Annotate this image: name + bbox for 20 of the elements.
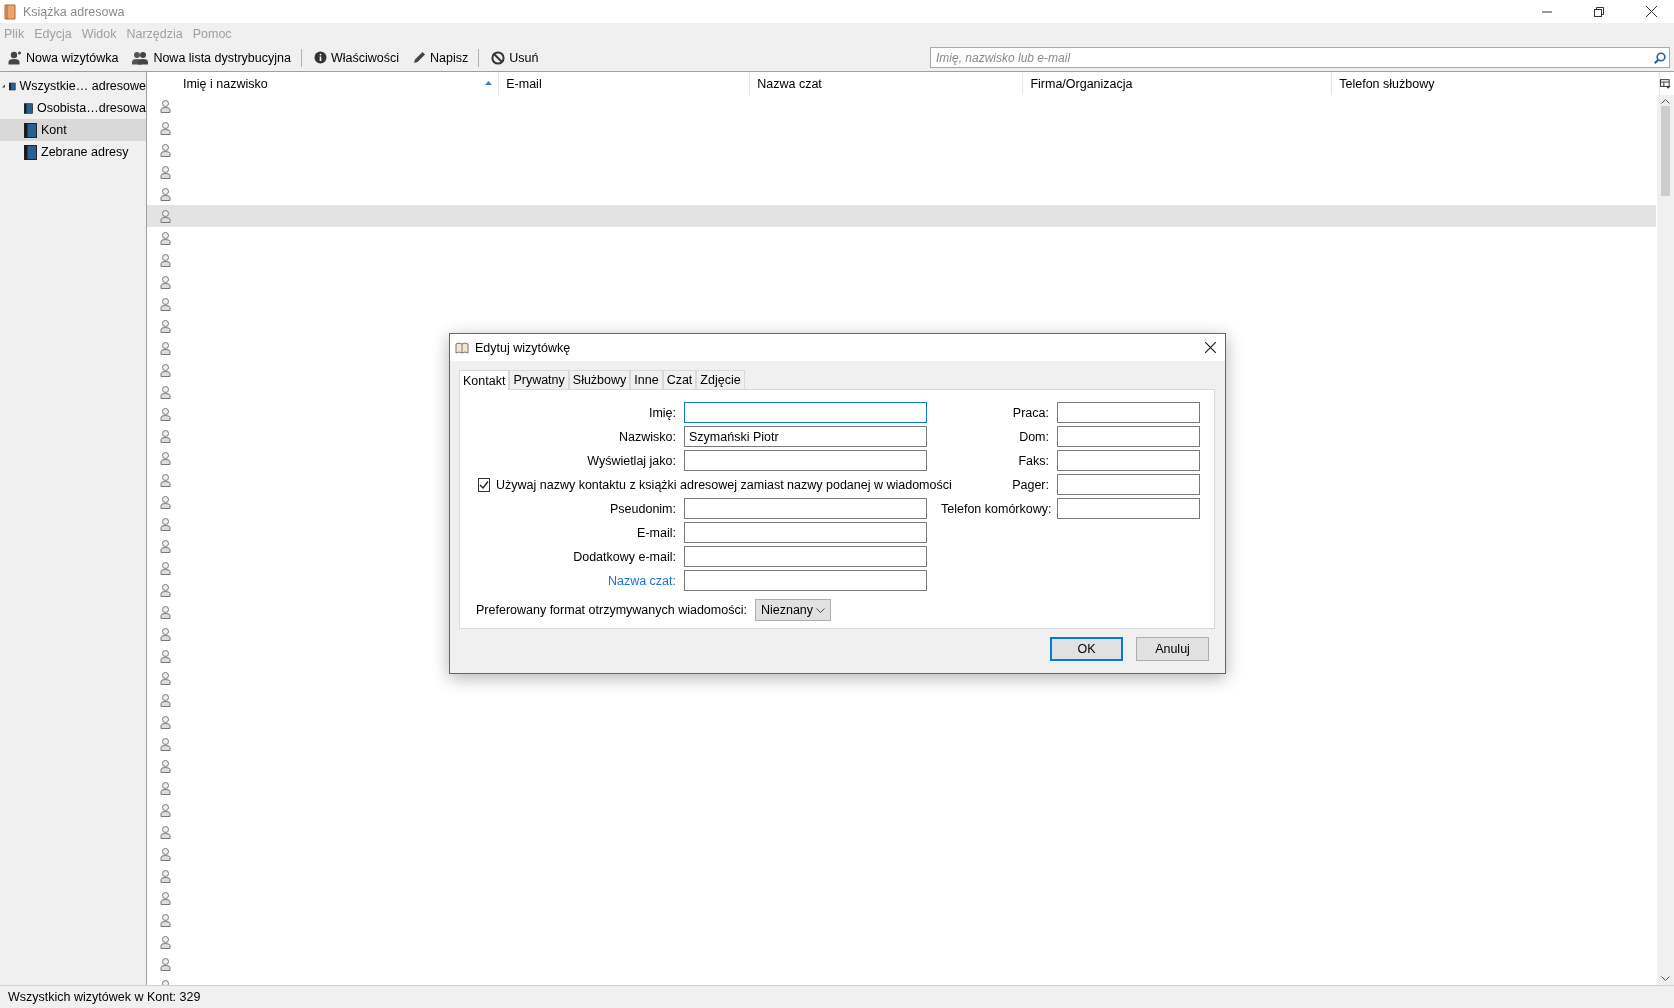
address-book-label: Wszystkie… adresowe xyxy=(19,79,146,93)
field-label: E-mail: xyxy=(636,525,676,540)
dialog-title: Edytuj wizytówkę xyxy=(475,340,572,355)
field-label: Praca: xyxy=(1011,405,1049,420)
status-text: Wszystkich wizytówek w Kont: 329 xyxy=(8,990,201,1004)
window-title: Książka adresowa xyxy=(23,4,126,19)
field-label: Wyświetlaj jako: xyxy=(586,453,676,468)
field-label: Dom: xyxy=(1018,429,1049,444)
address-book-label: Kont xyxy=(41,123,67,137)
field-label: Nazwisko: xyxy=(618,429,676,444)
field-label: Dodatkowy e-mail: xyxy=(572,549,676,564)
checkbox-label: Używaj nazwy kontaktu z książki adresowej zamiast nazwy podanej w wiadomości xyxy=(496,477,952,492)
address-book-label: Zebrane adresy xyxy=(41,145,129,159)
field-label: Pseudonim: xyxy=(609,501,676,516)
field-label: Telefon komórkowy: xyxy=(941,501,1049,516)
field-label: Faks: xyxy=(1017,453,1049,468)
field-label: Preferowany format otrzymywanych wiadomości: xyxy=(476,603,747,617)
address-book-label: Osobista…dresowa xyxy=(36,101,146,115)
field-label: Nazwa czat: xyxy=(606,573,676,588)
field-label: Imię: xyxy=(647,405,676,420)
